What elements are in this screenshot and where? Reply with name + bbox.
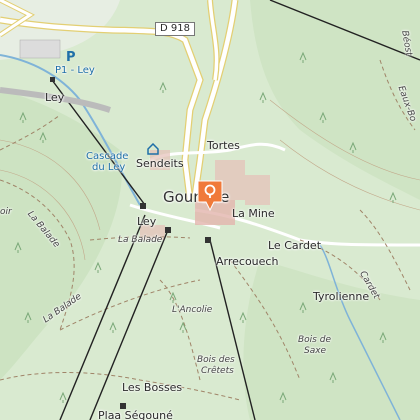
place-label-la-mine[interactable]: La Mine [232,208,275,219]
place-label-sendeits[interactable]: Sendeits [136,158,184,169]
trail-label-la-balade-mid: La Balade [118,235,163,245]
trail-label-ancolie: L'Ancolie [172,305,213,315]
svg-text:P: P [66,50,76,63]
location-pin-icon[interactable] [195,178,225,214]
parking-label[interactable]: P1 - Ley [55,66,95,76]
hut-icon[interactable] [147,143,159,155]
place-label-ley-top[interactable]: Ley [45,92,64,103]
wood-label-cretets-line1: Bois des [197,355,235,365]
parking-icon[interactable]: P [64,49,78,63]
waterfall-label-line1[interactable]: Cascade [86,152,128,162]
wood-label-saxe-line1: Bois de [298,335,331,345]
waterfall-label-line2[interactable]: du Ley [92,163,125,173]
place-label-les-bosses[interactable]: Les Bosses [122,382,182,393]
place-label-tortes[interactable]: Tortes [207,140,240,151]
place-label-tyrolienne[interactable]: Tyrolienne [313,291,369,302]
wood-label-cretets-line2: Crêtets [201,366,234,376]
place-label-le-cardet[interactable]: Le Cardet [268,240,321,251]
wood-label-left-edge: oir [0,207,12,217]
map-canvas[interactable]: D 918 P P1 - Ley Ley Cascade du Ley Send… [0,0,420,420]
wood-label-saxe-line2: Saxe [304,346,327,356]
place-label-plaa-segoune[interactable]: Plaa Ségouné [98,410,173,420]
road-label-d918: D 918 [155,22,195,36]
place-label-ley-mid[interactable]: Ley [137,216,156,227]
place-label-arrecouech[interactable]: Arrecouech [216,256,278,267]
